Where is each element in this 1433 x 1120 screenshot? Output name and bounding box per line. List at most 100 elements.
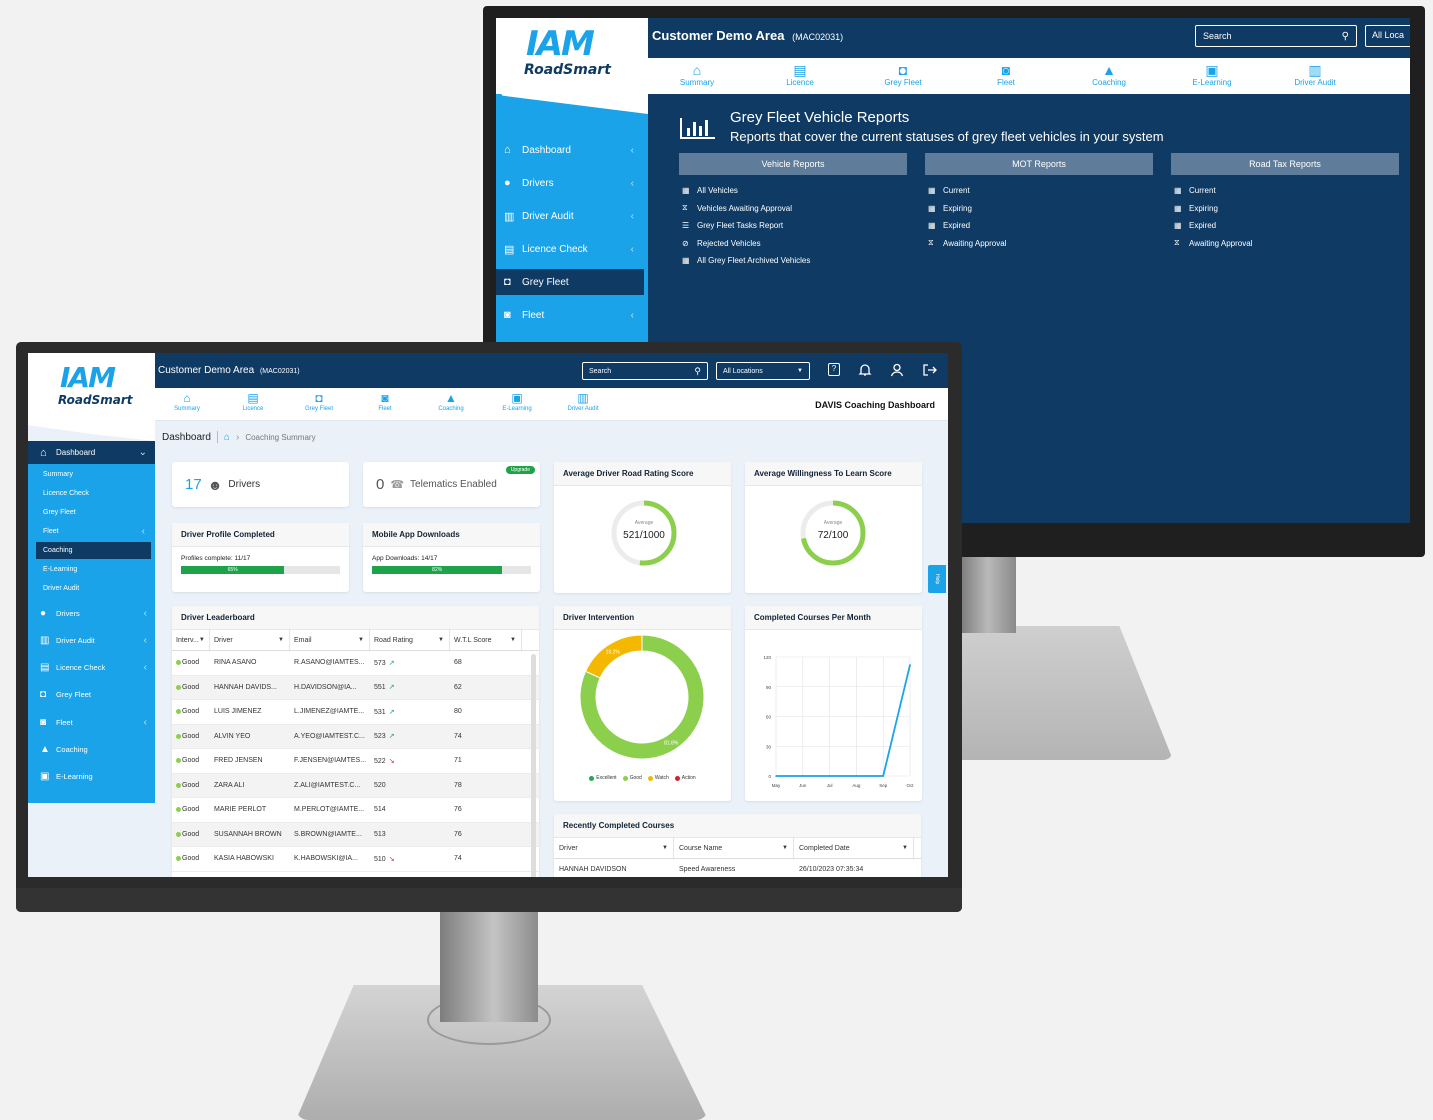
- filter-icon[interactable]: ▼: [438, 637, 444, 643]
- drivers-stat-card[interactable]: 17 ☻ Drivers: [172, 462, 349, 507]
- sidebar-item-grey-fleet[interactable]: ◘ Grey Fleet: [496, 269, 644, 295]
- nav-e-learning[interactable]: ▣ E-Learning: [492, 391, 542, 412]
- data-point[interactable]: [855, 775, 858, 777]
- sidebar-item-grey-fleet[interactable]: ◘ Grey Fleet: [28, 685, 155, 705]
- help-tab[interactable]: Help: [928, 565, 946, 593]
- report-link[interactable]: ⧖ Awaiting Approval: [925, 235, 1153, 253]
- nav-coaching[interactable]: ▲ Coaching: [426, 391, 476, 412]
- report-link[interactable]: ▦ Expiring: [1171, 200, 1399, 218]
- nav-summary[interactable]: ⌂ Summary: [162, 391, 212, 412]
- sidebar-item-fleet[interactable]: ◙ Fleet ‹: [28, 712, 155, 732]
- nav-grey-fleet[interactable]: ◘ Grey Fleet: [878, 62, 928, 87]
- bell-icon[interactable]: [858, 363, 872, 377]
- sidebar-item-drivers[interactable]: ● Drivers ‹: [496, 170, 644, 196]
- report-column-header[interactable]: Road Tax Reports: [1171, 153, 1399, 175]
- nav-licence[interactable]: ▤ Licence: [775, 62, 825, 87]
- sidebar-subitem-coaching[interactable]: Coaching: [36, 542, 151, 559]
- sidebar-item-licence-check[interactable]: ▤ Licence Check ‹: [496, 236, 644, 262]
- sidebar-item-e-learning[interactable]: ▣ E-Learning: [28, 767, 155, 787]
- legend-item[interactable]: Watch: [647, 775, 669, 781]
- home-icon[interactable]: ⌂: [224, 432, 230, 443]
- nav-licence[interactable]: ▤ Licence: [228, 391, 278, 412]
- filter-icon[interactable]: ▼: [199, 637, 205, 643]
- sidebar-item-driver-audit[interactable]: ▥ Driver Audit ‹: [28, 630, 155, 650]
- column-header[interactable]: Driver ▼: [210, 630, 290, 650]
- nav-coaching[interactable]: ▲ Coaching: [1084, 62, 1134, 87]
- report-link[interactable]: ☰ Grey Fleet Tasks Report: [679, 217, 907, 235]
- sidebar-subitem-licence-check[interactable]: Licence Check: [36, 485, 151, 502]
- table-row[interactable]: Good LUIS JIMENEZ L.JIMENEZ@IAMTE... 531 ↗ 80: [172, 700, 539, 725]
- column-header[interactable]: Road Rating ▼: [370, 630, 450, 650]
- sidebar-item-drivers[interactable]: ● Drivers ‹: [28, 603, 155, 623]
- search-icon[interactable]: ⚲: [694, 366, 701, 377]
- report-link[interactable]: ▦ Current: [1171, 182, 1399, 200]
- locations-select[interactable]: All Loca: [1365, 25, 1410, 47]
- nav-fleet[interactable]: ◙ Fleet: [360, 391, 410, 412]
- report-link[interactable]: ▦ Expired: [925, 217, 1153, 235]
- sidebar-item-driver-audit[interactable]: ▥ Driver Audit ‹: [496, 203, 644, 229]
- filter-icon[interactable]: ▼: [782, 845, 788, 851]
- report-link[interactable]: ▦ All Grey Fleet Archived Vehicles: [679, 252, 907, 270]
- filter-icon[interactable]: ▼: [510, 637, 516, 643]
- data-point[interactable]: [775, 775, 777, 777]
- table-row[interactable]: Good MARIE PERLOT M.PERLOT@IAMTE... 514 76: [172, 798, 539, 823]
- column-header[interactable]: Driver ▼: [554, 838, 674, 858]
- data-point[interactable]: [909, 664, 911, 666]
- user-icon[interactable]: [890, 363, 904, 377]
- legend-item[interactable]: Action: [674, 775, 696, 781]
- sidebar-subitem-fleet[interactable]: Fleet ‹: [36, 523, 151, 540]
- sidebar-item-coaching[interactable]: ▲ Coaching: [28, 740, 155, 760]
- filter-icon[interactable]: ▼: [902, 845, 908, 851]
- report-column-header[interactable]: Vehicle Reports: [679, 153, 907, 175]
- telematics-stat-card[interactable]: 0 ☎ Telematics Enabled Upgrade: [363, 462, 540, 507]
- report-link[interactable]: ⧖ Awaiting Approval: [1171, 235, 1399, 253]
- report-link[interactable]: ▦ Expiring: [925, 200, 1153, 218]
- breadcrumb-root[interactable]: Dashboard: [162, 432, 211, 443]
- report-link[interactable]: ▦ All Vehicles: [679, 182, 907, 200]
- report-link[interactable]: ⧖ Vehicles Awaiting Approval: [679, 200, 907, 218]
- search-input[interactable]: Search ⚲: [1195, 25, 1357, 47]
- table-row[interactable]: Good FRED JENSEN F.JENSEN@IAMTES... 522 ↘ 71: [172, 749, 539, 774]
- data-point[interactable]: [828, 775, 831, 777]
- column-header[interactable]: W.T.L Score ▼: [450, 630, 522, 650]
- table-row[interactable]: Good KASIA HABOWSKI K.HABOWSKI@IA... 510 ↘ 74: [172, 847, 539, 872]
- nav-summary[interactable]: ⌂ Summary: [672, 62, 722, 87]
- filter-icon[interactable]: ▼: [278, 637, 284, 643]
- sidebar-subitem-summary[interactable]: Summary: [36, 466, 151, 483]
- sidebar-item-dashboard[interactable]: ⌂ Dashboard ⌄: [28, 441, 155, 464]
- report-column-header[interactable]: MOT Reports: [925, 153, 1153, 175]
- filter-icon[interactable]: ▼: [662, 845, 668, 851]
- donut-slice-watch[interactable]: [584, 634, 643, 679]
- table-row[interactable]: Good HANNAH DAVIDS... H.DAVIDSON@IA... 551 ↗…: [172, 675, 539, 700]
- table-row[interactable]: Good ALVIN YEO A.YEO@IAMTEST.C... 523 ↗ 74: [172, 724, 539, 749]
- report-link[interactable]: ▦ Current: [925, 182, 1153, 200]
- nav-driver-audit[interactable]: ▥ Driver Audit: [558, 391, 608, 412]
- filter-icon[interactable]: ▼: [358, 637, 364, 643]
- table-row[interactable]: Good RINA ASANO R.ASANO@IAMTES... 573 ↗ 68: [172, 651, 539, 676]
- nav-grey-fleet[interactable]: ◘ Grey Fleet: [294, 391, 344, 412]
- column-header[interactable]: Email ▼: [290, 630, 370, 650]
- report-link[interactable]: ▦ Expired: [1171, 217, 1399, 235]
- column-header[interactable]: Completed Date ▼: [794, 838, 914, 858]
- legend-item[interactable]: Good: [622, 775, 642, 781]
- report-link[interactable]: ⊘ Rejected Vehicles: [679, 235, 907, 253]
- nav-e-learning[interactable]: ▣ E-Learning: [1187, 62, 1237, 87]
- sidebar-item-licence-check[interactable]: ▤ Licence Check ‹: [28, 658, 155, 678]
- sidebar-item-fleet[interactable]: ◙ Fleet ‹: [496, 302, 644, 328]
- nav-driver-audit[interactable]: ▥ Driver Audit: [1290, 62, 1340, 87]
- table-row[interactable]: HANNAH DAVIDSON Speed Awareness 26/10/2023…: [554, 859, 921, 877]
- scrollbar[interactable]: [531, 654, 536, 877]
- search-input[interactable]: Search ⚲: [582, 362, 708, 380]
- help-icon[interactable]: ?: [828, 363, 840, 376]
- legend-item[interactable]: Excellent: [589, 775, 617, 781]
- sidebar-subitem-driver-audit[interactable]: Driver Audit: [36, 580, 151, 597]
- logout-icon[interactable]: [922, 363, 937, 377]
- sidebar-subitem-e-learning[interactable]: E-Learning: [36, 561, 151, 578]
- nav-fleet[interactable]: ◙ Fleet: [981, 62, 1031, 87]
- data-point[interactable]: [882, 775, 884, 777]
- locations-select[interactable]: All Locations ▼: [716, 362, 810, 380]
- sidebar-item-dashboard[interactable]: ⌂ Dashboard ‹: [496, 137, 644, 163]
- column-header[interactable]: Course Name ▼: [674, 838, 794, 858]
- upgrade-badge[interactable]: Upgrade: [505, 466, 535, 474]
- column-header[interactable]: Interv... ▼: [172, 630, 210, 650]
